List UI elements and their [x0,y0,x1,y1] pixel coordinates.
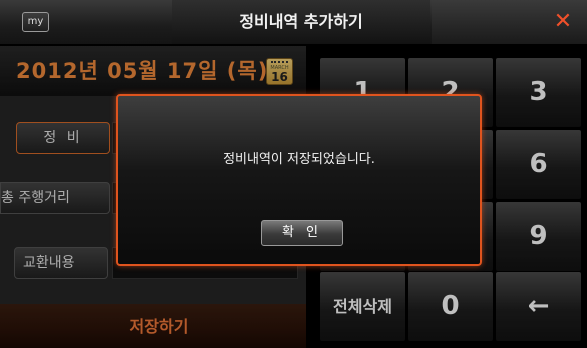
my-button[interactable]: my [22,12,49,32]
close-icon[interactable]: ✕ [549,8,577,36]
confirm-button[interactable]: 확 인 [261,220,343,246]
page-title: 정비내역 추가하기 [239,12,363,31]
save-confirmation-dialog: 정비내역이 저장되었습니다. 확 인 [116,94,482,266]
dialog-message: 정비내역이 저장되었습니다. [223,152,375,167]
